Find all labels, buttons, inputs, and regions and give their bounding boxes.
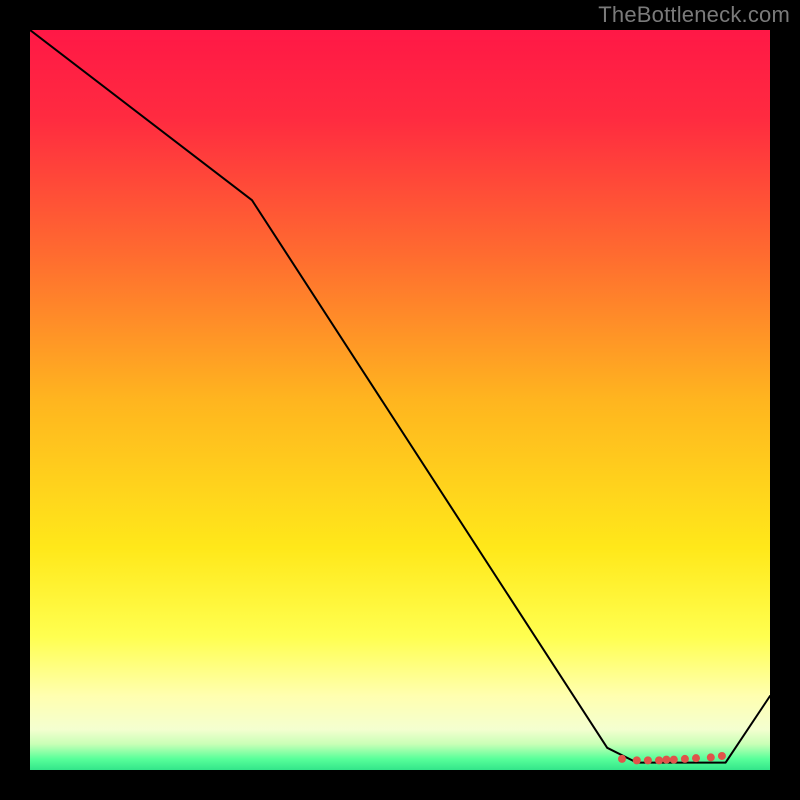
marker-dot bbox=[633, 756, 641, 764]
marker-dot bbox=[618, 755, 626, 763]
marker-dot bbox=[681, 755, 689, 763]
gradient-background bbox=[30, 30, 770, 770]
marker-dot bbox=[707, 753, 715, 761]
watermark-label: TheBottleneck.com bbox=[598, 2, 790, 28]
marker-dot bbox=[718, 752, 726, 760]
marker-dot bbox=[662, 756, 670, 764]
marker-dot bbox=[655, 756, 663, 764]
chart-frame: TheBottleneck.com bbox=[0, 0, 800, 800]
plot-area bbox=[30, 30, 770, 770]
marker-dot bbox=[644, 756, 652, 764]
marker-dot bbox=[692, 754, 700, 762]
chart-svg bbox=[30, 30, 770, 770]
marker-dot bbox=[670, 756, 678, 764]
